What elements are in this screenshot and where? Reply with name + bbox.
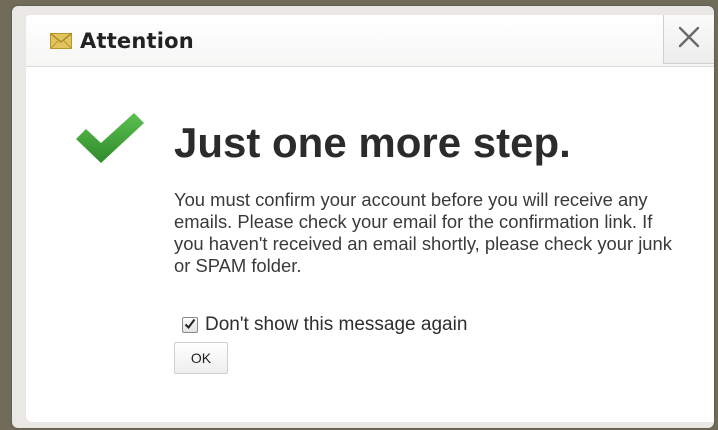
dont-show-label: Don't show this message again (205, 314, 468, 335)
checkmark-icon (74, 109, 146, 169)
ok-button[interactable]: OK (174, 342, 228, 374)
close-button[interactable] (663, 15, 714, 64)
dialog-body: Just one more step. You must confirm you… (26, 67, 714, 422)
dialog-title: Attention (80, 29, 194, 53)
mail-icon (50, 32, 72, 49)
headline: Just one more step. (174, 119, 571, 166)
dont-show-checkbox[interactable] (182, 317, 198, 333)
attention-dialog: Attention Just one more step. You must c… (12, 6, 714, 428)
dialog-titlebar: Attention (26, 15, 714, 67)
dont-show-again-option[interactable]: Don't show this message again (182, 314, 467, 336)
close-icon (677, 25, 701, 54)
confirmation-message: You must confirm your account before you… (174, 189, 672, 276)
